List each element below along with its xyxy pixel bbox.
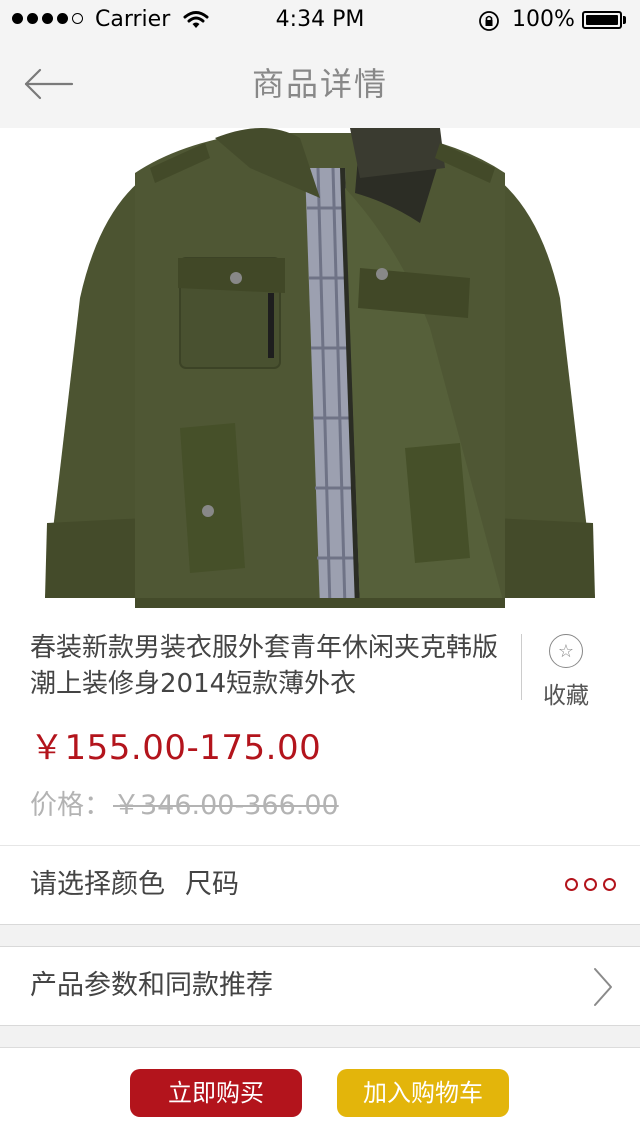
sale-price: ￥155.00-175.00 bbox=[30, 728, 322, 768]
more-dot bbox=[584, 878, 597, 891]
product-params-label: 产品参数和同款推荐 bbox=[30, 970, 273, 1001]
star-circle-icon: ☆ bbox=[549, 634, 583, 668]
buy-now-button[interactable]: 立即购买 bbox=[130, 1069, 302, 1117]
original-price-label: 价格： bbox=[30, 790, 111, 821]
product-detail-screen: Carrier 4:34 PM 100% 商品详情 春装新款男装衣服外套青年休闲… bbox=[0, 0, 640, 1136]
color-label: 请选择颜色 bbox=[30, 869, 165, 900]
favorite-button[interactable]: ☆ 收藏 bbox=[530, 630, 602, 710]
battery-icon bbox=[582, 11, 622, 29]
product-title: 春装新款男装衣服外套青年休闲夹克韩版潮上装修身2014短款薄外衣 bbox=[30, 633, 499, 699]
size-label: 尺码 bbox=[185, 869, 239, 900]
product-info: 春装新款男装衣服外套青年休闲夹克韩版潮上装修身2014短款薄外衣 ☆ 收藏 ￥1… bbox=[0, 608, 640, 845]
product-params-row[interactable]: 产品参数和同款推荐 bbox=[0, 946, 640, 1026]
bottom-action-bar: 立即购买 加入购物车 bbox=[0, 1047, 640, 1136]
original-price-value: ￥346.00-366.00 bbox=[113, 790, 339, 821]
more-dot bbox=[603, 878, 616, 891]
divider bbox=[521, 634, 522, 700]
more-dot bbox=[565, 878, 578, 891]
original-price: 价格：￥346.00-366.00 bbox=[30, 783, 339, 822]
battery-cap bbox=[623, 16, 626, 24]
add-to-cart-button[interactable]: 加入购物车 bbox=[337, 1069, 509, 1117]
page-title: 商品详情 bbox=[251, 65, 388, 103]
battery-percentage: 100% bbox=[512, 7, 575, 32]
select-color-size-row[interactable]: 请选择颜色 尺码 bbox=[0, 845, 640, 925]
status-bar: Carrier 4:34 PM 100% bbox=[0, 0, 640, 40]
top-bar: Carrier 4:34 PM 100% 商品详情 bbox=[0, 0, 640, 128]
select-color-size-label: 请选择颜色 尺码 bbox=[30, 846, 239, 924]
favorite-label: 收藏 bbox=[543, 683, 589, 709]
more-dots-icon bbox=[565, 878, 616, 891]
product-image[interactable] bbox=[0, 128, 640, 608]
olive-green-jacket-photo bbox=[45, 128, 595, 608]
rotation-lock-icon bbox=[478, 10, 500, 38]
battery-fill bbox=[586, 15, 618, 25]
chevron-right-icon bbox=[594, 968, 612, 1006]
